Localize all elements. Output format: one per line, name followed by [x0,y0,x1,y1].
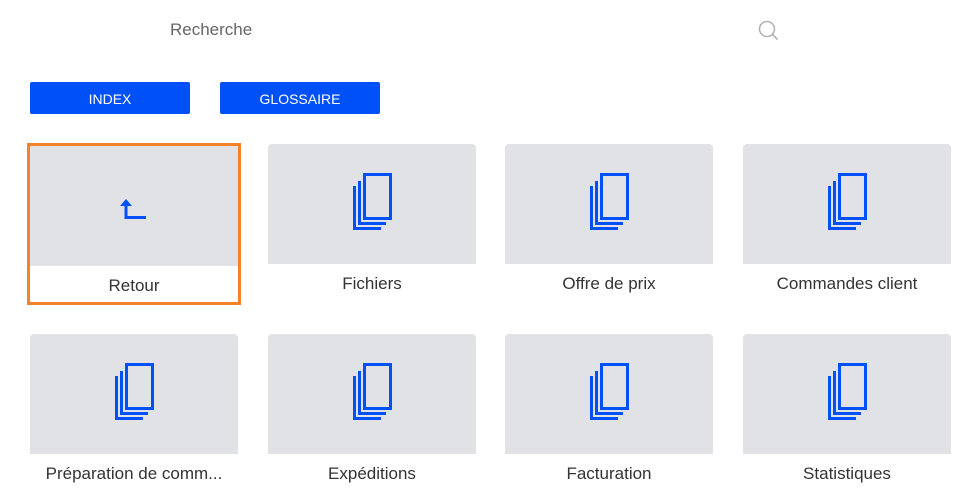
tile-expeditions[interactable]: Expéditions [268,334,476,490]
tile-facturation[interactable]: Facturation [505,334,713,490]
documents-icon [590,173,629,230]
page: INDEX GLOSSAIRE Retour Fichiers Offre de… [0,0,968,499]
documents-icon [353,173,392,230]
tile-label: Facturation [566,464,652,483]
documents-icon [828,363,867,420]
tile-fichiers[interactable]: Fichiers [268,144,476,300]
tile-retour[interactable]: Retour [27,143,241,305]
tile-offre-de-prix[interactable]: Offre de prix [505,144,713,300]
search-bar [0,0,968,60]
return-arrow-icon [120,199,146,219]
tile-label: Retour [108,276,160,295]
tile-label: Offre de prix [562,274,656,293]
index-button[interactable]: INDEX [30,82,190,114]
tile-commandes-client[interactable]: Commandes client [743,144,951,300]
tile-label: Préparation de comm... [45,464,223,483]
documents-icon [590,363,629,420]
tile-preparation-de-commandes[interactable]: Préparation de comm... [30,334,238,490]
tile-statistiques[interactable]: Statistiques [743,334,951,490]
tile-label: Commandes client [776,274,918,293]
documents-icon [353,363,392,420]
search-icon[interactable] [757,19,779,41]
search-input[interactable] [160,10,800,50]
tile-label: Statistiques [803,464,891,483]
documents-icon [115,363,154,420]
glossaire-button[interactable]: GLOSSAIRE [220,82,380,114]
tile-label: Fichiers [342,274,402,293]
documents-icon [828,173,867,230]
tile-label: Expéditions [328,464,416,483]
